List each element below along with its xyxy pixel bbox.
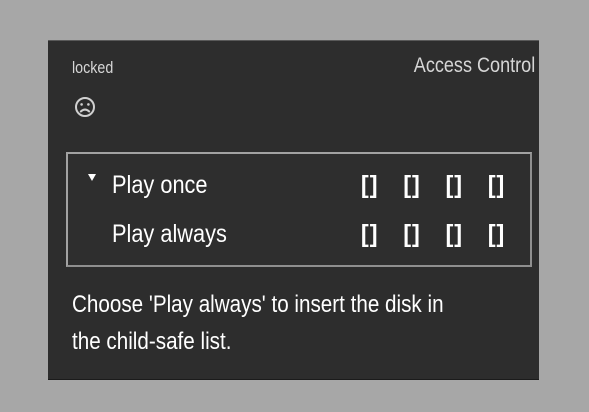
code-slot: [] [361, 220, 379, 248]
access-options-menu: Play once [] [] [] [] Play always [] [] … [66, 152, 532, 267]
help-text-line-2: the child-safe list. [72, 328, 232, 355]
menu-item-label: Play once [112, 171, 208, 199]
code-slot: [] [445, 220, 464, 248]
menu-item-label: Play always [112, 220, 227, 248]
sad-face-icon [74, 96, 96, 118]
code-slot: [] [403, 220, 421, 248]
code-slot: [] [361, 171, 379, 199]
access-code-field[interactable]: [] [] [] [] [352, 170, 514, 200]
access-code-field[interactable]: [] [] [] [] [352, 219, 514, 249]
help-text-line-1: Choose 'Play always' to insert the disk … [72, 291, 444, 318]
code-slot: [] [445, 171, 464, 199]
lock-status-label: locked [72, 58, 114, 77]
menu-item-play-once[interactable]: Play once [] [] [] [] [68, 166, 530, 206]
code-slot: [] [403, 171, 421, 199]
menu-item-play-always[interactable]: Play always [] [] [] [] [68, 215, 530, 255]
code-slot: [] [487, 171, 506, 199]
selection-cursor-icon [88, 174, 96, 181]
help-text: Choose 'Play always' to insert the disk … [72, 286, 476, 360]
code-slot: [] [487, 220, 506, 248]
access-control-panel: locked Access Control Play once [] [] []… [48, 40, 539, 380]
screen-title: Access Control [413, 54, 535, 77]
